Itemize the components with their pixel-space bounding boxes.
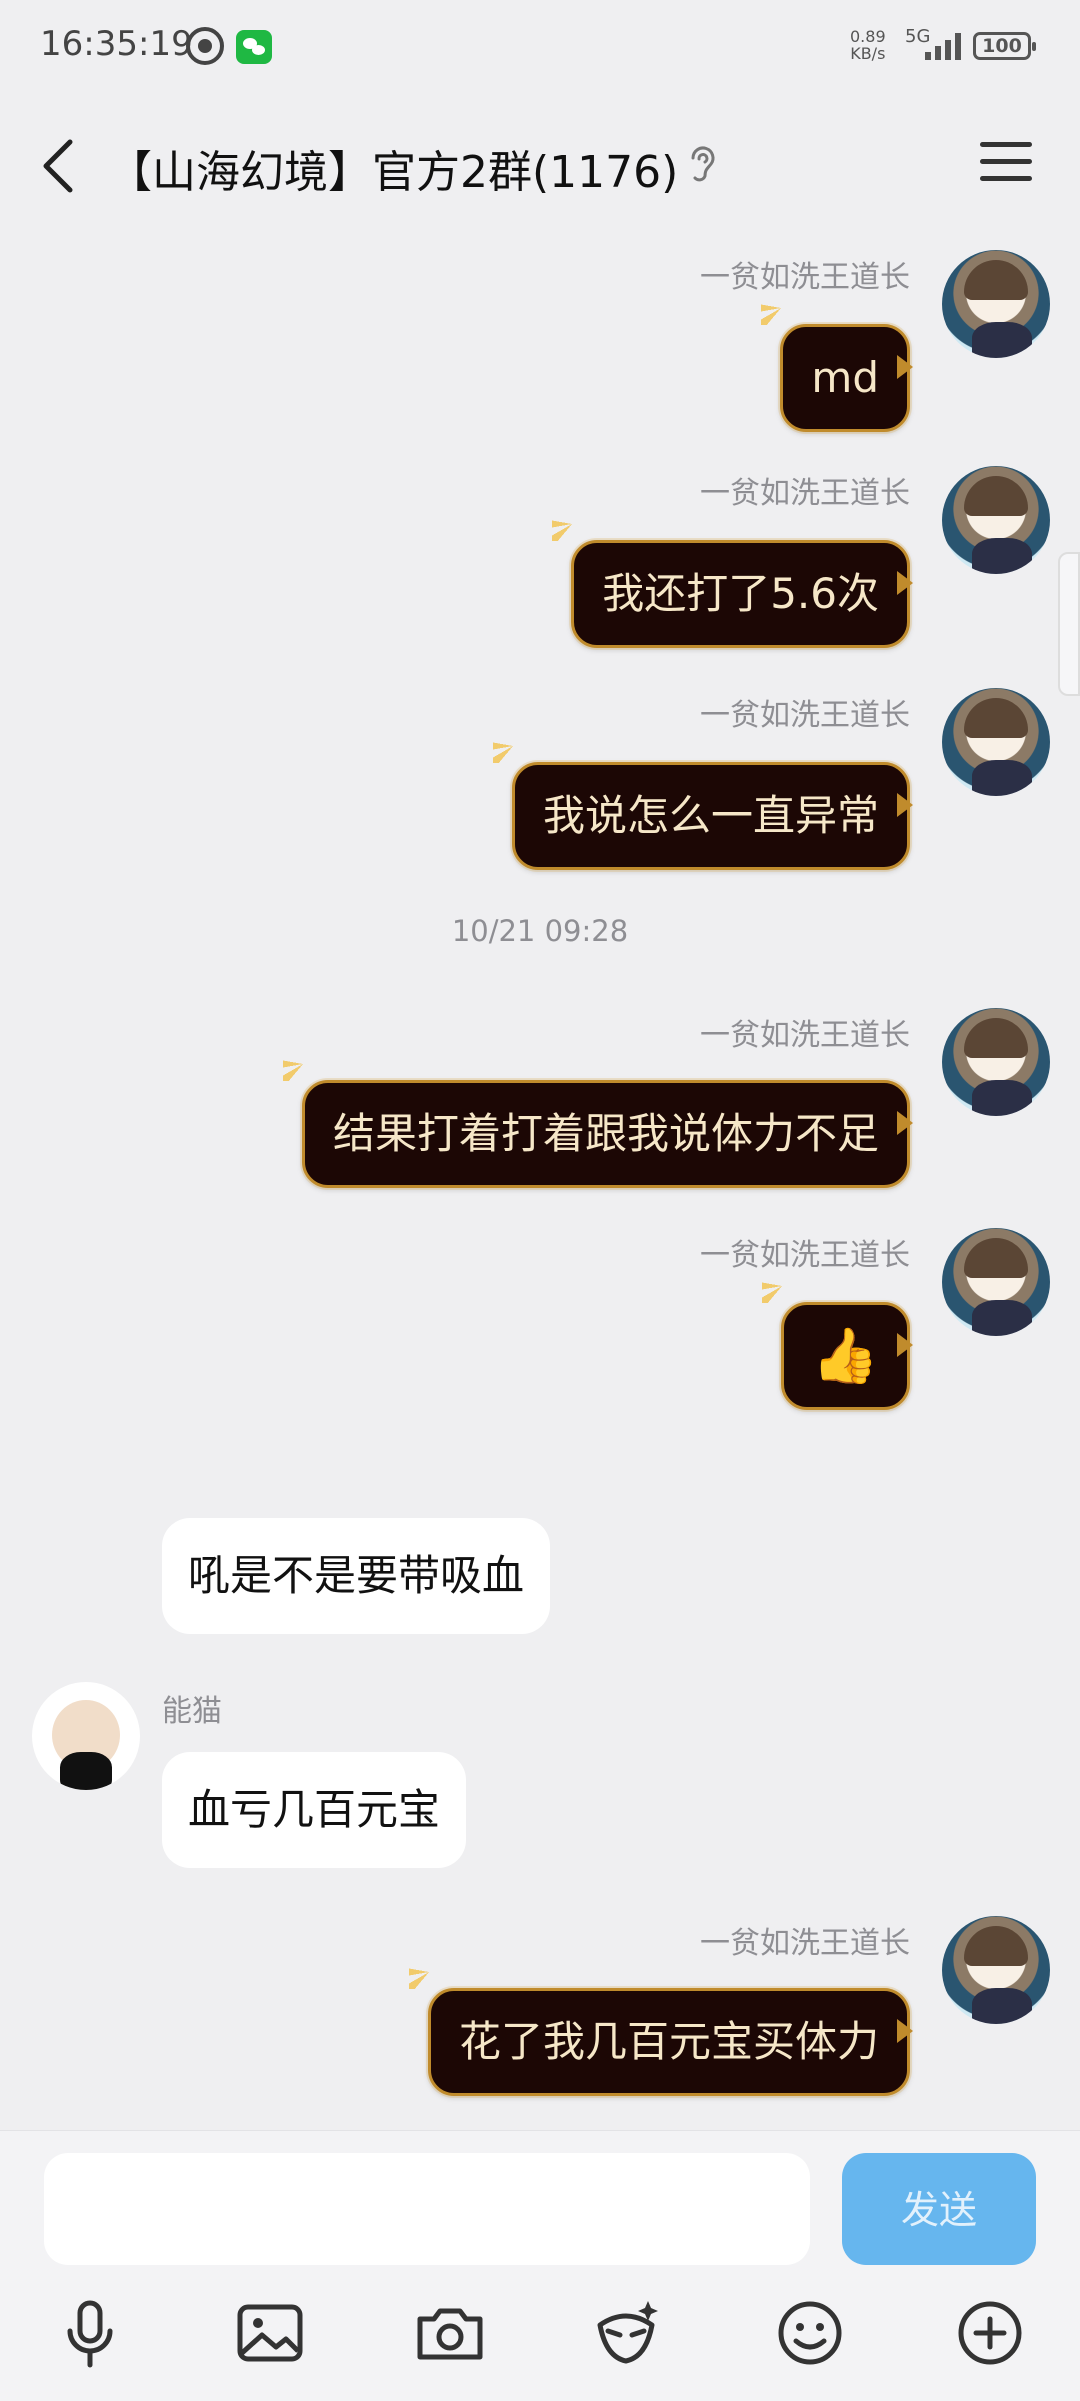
message-bubble[interactable]: 我说怎么一直异常 [492, 729, 914, 870]
menu-icon[interactable] [980, 140, 1032, 184]
camera-icon[interactable] [412, 2295, 488, 2371]
message-bubble[interactable]: 吼是不是要带吸血 [162, 1518, 551, 1634]
message-sender: 能猫 [162, 1694, 222, 1729]
send-button[interactable]: 发送 [842, 2153, 1036, 2265]
emoji-icon[interactable] [772, 2295, 848, 2371]
avatar[interactable] [942, 466, 1050, 574]
avatar[interactable] [942, 1916, 1050, 2024]
status-time: 16:35:19 [40, 24, 193, 64]
back-arrow-icon[interactable] [38, 136, 82, 196]
message-bubble[interactable]: 花了我几百元宝买体力 [408, 1955, 914, 2096]
plus-icon[interactable] [952, 2295, 1028, 2371]
avatar[interactable] [942, 1008, 1050, 1116]
thumbs-up-emoji: 👍 [811, 1324, 879, 1387]
message-bubble[interactable]: 血亏几百元宝 [162, 1752, 467, 1868]
message-bubble[interactable]: 结果打着打着跟我说体力不足 [282, 1047, 914, 1188]
message-bubble[interactable]: 👍 [761, 1269, 914, 1410]
wechat-icon [236, 30, 272, 64]
message-bubble[interactable]: 我还打了5.6次 [552, 507, 913, 648]
avatar[interactable] [942, 688, 1050, 796]
chat-header: 【山海幻境】官方2群(1176) [0, 96, 1080, 234]
magic-icon[interactable] [588, 2295, 664, 2371]
message-sender: 一贫如洗王道长 [700, 1926, 910, 1961]
microphone-icon[interactable] [52, 2295, 128, 2371]
message-sender: 一贫如洗王道长 [700, 698, 910, 733]
ear-icon[interactable] [687, 144, 717, 193]
battery-icon: 100 [973, 32, 1036, 60]
group-title[interactable]: 【山海幻境】官方2群(1176) [108, 136, 678, 200]
message-sender: 一贫如洗王道长 [700, 476, 910, 511]
message-sender: 一贫如洗王道长 [700, 1018, 910, 1053]
message-input[interactable] [44, 2153, 810, 2265]
timestamp: 10/21 09:28 [451, 914, 629, 948]
scroll-handle[interactable] [1058, 552, 1080, 696]
input-bar: 发送 [0, 2130, 1080, 2401]
message-sender: 一贫如洗王道长 [700, 260, 910, 295]
avatar[interactable] [942, 1228, 1050, 1336]
message-sender: 一贫如洗王道长 [700, 1238, 910, 1273]
avatar[interactable] [32, 1682, 140, 1790]
message-bubble[interactable]: md [761, 291, 913, 432]
aperture-icon [186, 27, 224, 65]
status-bar: 16:35:19 0.89 KB/s 5G 100 [0, 0, 1080, 96]
signal-icon [917, 32, 967, 60]
avatar[interactable] [942, 250, 1050, 358]
network-speed: 0.89 KB/s [850, 27, 886, 63]
image-icon[interactable] [232, 2295, 308, 2371]
